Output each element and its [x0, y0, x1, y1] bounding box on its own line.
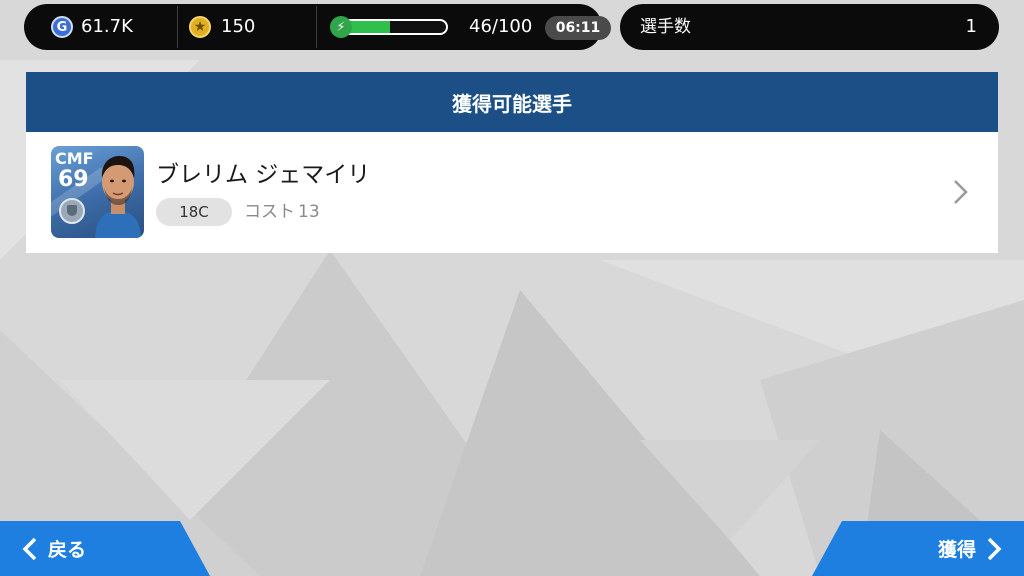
- cost-label: コスト: [244, 202, 295, 222]
- energy-timer: 06:11: [545, 16, 611, 40]
- obtain-button-label: 獲得: [937, 539, 976, 561]
- energy-bar: [340, 19, 448, 35]
- player-rating: 69: [58, 167, 89, 192]
- player-name: ブレリム ジェマイリ: [156, 162, 371, 188]
- chevron-right-icon: [954, 180, 968, 204]
- gp-coin-icon: G: [51, 16, 73, 38]
- lightning-icon: ⚡: [330, 16, 352, 38]
- player-card: CMF 69: [51, 146, 144, 238]
- club-badge-icon: [59, 198, 85, 224]
- player-position: CMF: [55, 149, 94, 168]
- cost-value: 13: [298, 202, 320, 222]
- player-row[interactable]: CMF 69 ブレリム ジェマイリ 18C コスト 13: [26, 132, 998, 253]
- gp-value: 61.7K: [81, 16, 133, 37]
- obtain-button[interactable]: 獲得: [812, 521, 1024, 576]
- back-button[interactable]: 戻る: [0, 521, 210, 576]
- player-photo: [95, 156, 141, 238]
- back-button-label: 戻る: [48, 539, 87, 561]
- players-count-label: 選手数: [640, 17, 691, 37]
- coin-value: 150: [221, 16, 256, 37]
- obtainable-players-panel: 獲得可能選手 CMF 69 ブレリム ジェマイリ 18C コスト 13: [26, 72, 998, 253]
- chevron-right-icon: [987, 537, 1002, 560]
- chevron-left-icon: [22, 537, 37, 560]
- star-coin-icon: ★: [189, 16, 211, 38]
- player-class-badge: 18C: [156, 198, 232, 226]
- panel-title: 獲得可能選手: [26, 72, 998, 132]
- players-count-value: 1: [965, 16, 977, 37]
- players-count-bar: 選手数 1: [620, 4, 999, 50]
- energy-value: 46/100: [469, 16, 533, 37]
